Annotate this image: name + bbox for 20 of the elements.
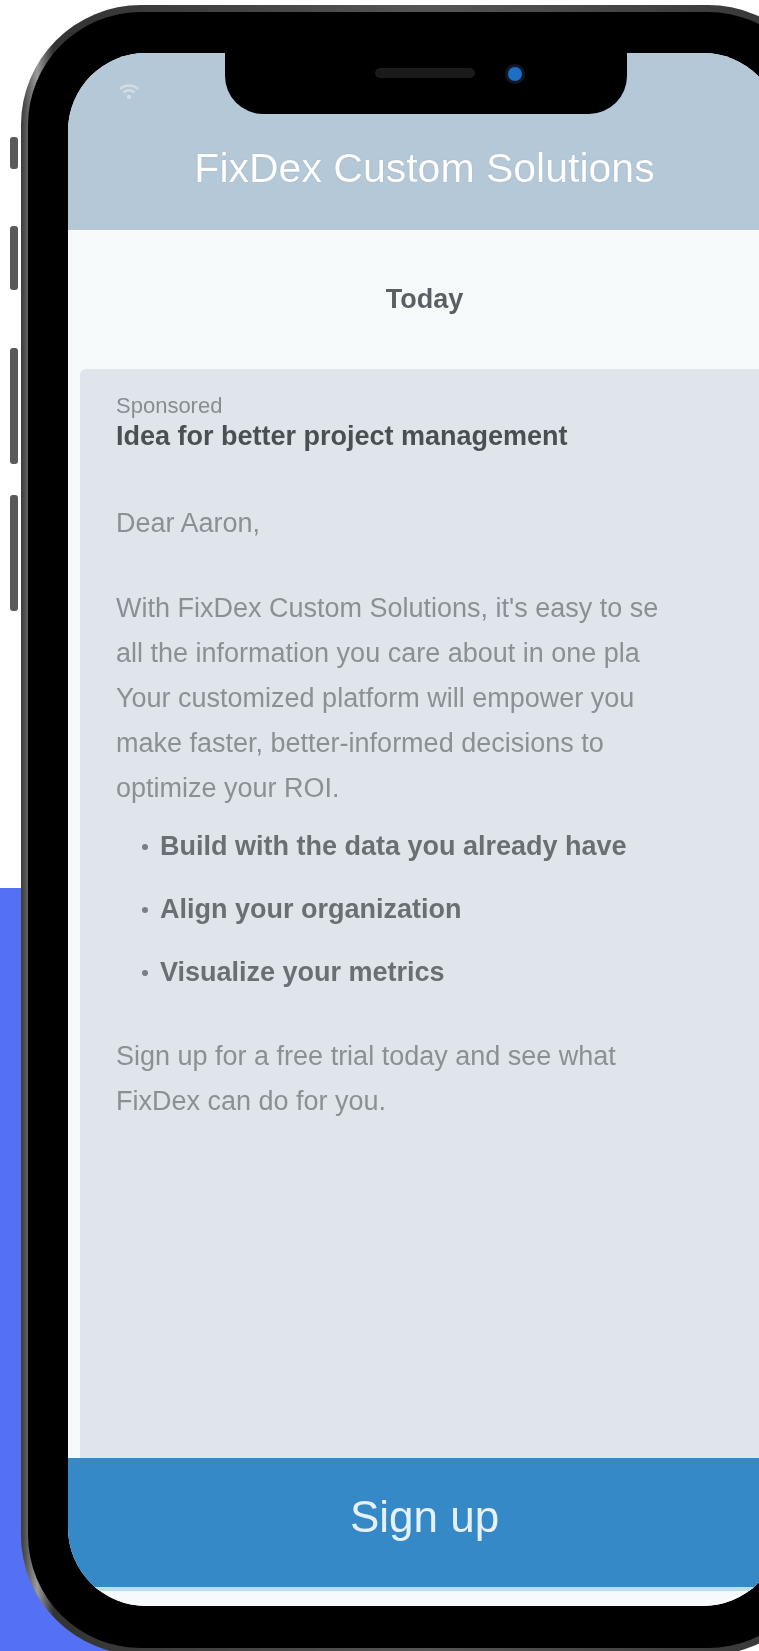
bullet-text: Build with the data you already have [160, 831, 627, 862]
bullet-text: Align your organization [160, 894, 462, 925]
message-text-line: make faster, better-informed decisions to [116, 727, 605, 760]
message-text-line: With FixDex Custom Solutions, it's easy to se [116, 592, 660, 625]
bullet-dot [142, 969, 148, 976]
camera-lens [505, 64, 525, 84]
date-heading: Today [385, 284, 464, 315]
sponsored-label: Sponsored [116, 393, 224, 419]
message-subject: Idea for better project management [116, 421, 569, 452]
sign-up-button[interactable]: Sign up [68, 1458, 759, 1587]
message-closing: Sign up for a free trial today and see what FixDex can do for you. [116, 1040, 617, 1118]
message-text-line: Your customized platform will empower you [116, 682, 636, 715]
bullet-dot [142, 906, 148, 913]
message-text-line: all the information you care about in one pla [116, 637, 641, 670]
bullet-dot [142, 843, 148, 850]
wifi-icon [118, 82, 140, 100]
message-greeting: Dear Aaron, [116, 508, 262, 539]
app-title: FixDex Custom Solutions [194, 145, 655, 192]
message-text-line: optimize your ROI. [116, 772, 341, 805]
bullet-text: Visualize your metrics [160, 957, 445, 988]
